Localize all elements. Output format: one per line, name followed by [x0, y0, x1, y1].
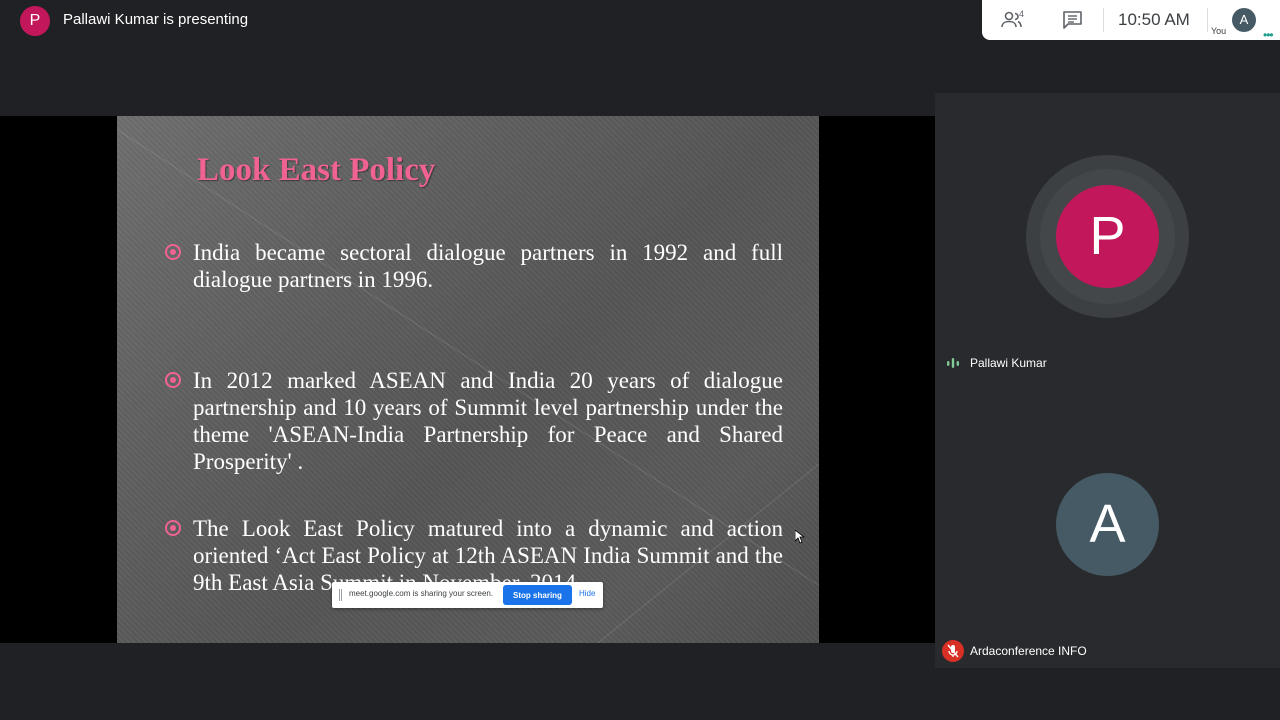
participant-name: Ardaconference INFO	[970, 644, 1087, 658]
more-icon[interactable]: •••	[1263, 28, 1274, 42]
divider	[1207, 8, 1208, 32]
slide-bullet-text: India became sectoral dialogue partners …	[193, 240, 783, 292]
bullet-icon	[165, 372, 181, 388]
presenting-status: Pallawi Kumar is presenting	[63, 11, 249, 28]
bullet-icon	[165, 244, 181, 260]
divider	[1103, 8, 1104, 32]
presenter-avatar: P	[20, 6, 50, 36]
screen-share-banner: meet.google.com is sharing your screen. …	[332, 582, 603, 608]
hide-banner-button[interactable]: Hide	[579, 589, 595, 598]
cursor-icon	[795, 530, 805, 544]
chat-icon[interactable]	[1062, 10, 1084, 30]
clock: 10:50 AM	[1118, 10, 1190, 29]
slide-bullet-text: In 2012 marked ASEAN and India 20 years …	[193, 368, 783, 474]
self-label: You	[1211, 26, 1227, 36]
bullet-icon	[165, 520, 181, 536]
participant-avatar: A	[1056, 473, 1159, 576]
slide-title: Look East Policy	[197, 152, 436, 188]
top-controls-bar: 4 10:50 AM A You •••	[982, 0, 1280, 42]
mic-off-icon	[942, 640, 964, 662]
stop-sharing-button[interactable]: Stop sharing	[503, 585, 572, 605]
shared-slide: Look East Policy India became sectoral d…	[117, 116, 819, 643]
participant-name: Pallawi Kumar	[970, 356, 1047, 370]
people-count: 4	[1019, 9, 1025, 19]
self-avatar[interactable]: A	[1232, 8, 1256, 32]
speaking-icon	[947, 358, 959, 368]
share-banner-text: meet.google.com is sharing your screen.	[349, 589, 494, 598]
drag-handle-icon[interactable]	[339, 589, 342, 601]
participant-avatar: P	[1056, 185, 1159, 288]
